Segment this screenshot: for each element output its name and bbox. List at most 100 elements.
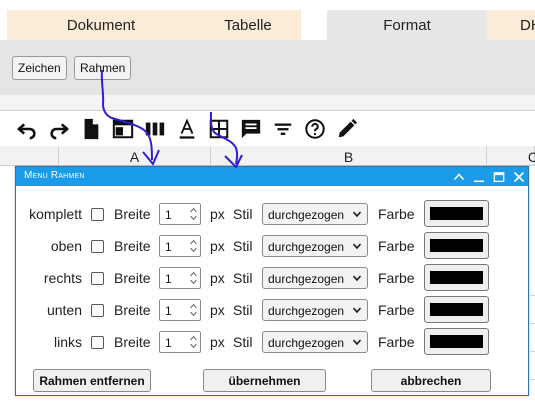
- spinner-icon[interactable]: [189, 238, 198, 254]
- unit-label: px: [210, 334, 225, 350]
- sheet-cell[interactable]: [530, 324, 535, 352]
- stil-label: Stil: [233, 270, 253, 286]
- toolbar: [0, 110, 535, 146]
- side-label: oben: [50, 238, 82, 254]
- color-picker[interactable]: [424, 200, 489, 227]
- style-select[interactable]: durchgezogen: [262, 331, 368, 353]
- collapse-icon[interactable]: [450, 168, 467, 185]
- style-value: durchgezogen: [268, 336, 345, 350]
- width-input[interactable]: 1: [159, 299, 201, 321]
- column-header-a[interactable]: A: [59, 146, 211, 166]
- style-value: durchgezogen: [268, 208, 345, 222]
- color-fill: [430, 207, 483, 220]
- width-value: 1: [165, 272, 172, 286]
- farbe-label: Farbe: [378, 302, 415, 318]
- color-fill: [430, 335, 483, 348]
- width-input[interactable]: 1: [159, 331, 201, 353]
- window-icon[interactable]: [110, 116, 136, 142]
- column-header-b[interactable]: B: [211, 146, 487, 166]
- format-ribbon: Zeichen Rahmen: [0, 40, 535, 95]
- ribbon-separator: [0, 95, 535, 110]
- width-value: 1: [165, 304, 172, 318]
- width-value: 1: [165, 240, 172, 254]
- columns-icon[interactable]: [142, 116, 168, 142]
- sheet-cell[interactable]: [530, 268, 535, 296]
- tab-dh[interactable]: DH: [487, 10, 535, 40]
- unit-label: px: [210, 238, 225, 254]
- color-fill: [430, 239, 483, 252]
- document-icon[interactable]: [78, 116, 104, 142]
- border-row-oben: oben Breite 1 px Stil durchgezogen Farbe: [16, 232, 528, 261]
- chevron-down-icon: [352, 211, 362, 218]
- column-c-label: C: [527, 149, 535, 165]
- close-icon[interactable]: [510, 168, 527, 185]
- maximize-icon[interactable]: [490, 168, 507, 185]
- spinner-icon[interactable]: [189, 270, 198, 286]
- style-value: durchgezogen: [268, 304, 345, 318]
- remove-border-button[interactable]: Rahmen entfernen: [33, 369, 151, 392]
- width-input[interactable]: 1: [159, 267, 201, 289]
- chevron-down-icon: [352, 275, 362, 282]
- width-value: 1: [165, 208, 172, 222]
- spinner-icon[interactable]: [189, 334, 198, 350]
- spinner-icon[interactable]: [189, 302, 198, 318]
- width-value: 1: [165, 336, 172, 350]
- stil-label: Stil: [233, 238, 253, 254]
- oben-checkbox[interactable]: [91, 240, 104, 253]
- farbe-label: Farbe: [378, 270, 415, 286]
- tab-tabelle[interactable]: Tabelle: [195, 10, 301, 40]
- redo-icon[interactable]: [46, 116, 72, 142]
- spinner-icon[interactable]: [189, 206, 198, 222]
- sheet-cell[interactable]: [530, 352, 535, 380]
- undo-icon[interactable]: [14, 116, 40, 142]
- color-picker[interactable]: [424, 264, 489, 291]
- column-b-label: B: [343, 149, 354, 165]
- style-select[interactable]: durchgezogen: [262, 267, 368, 289]
- links-checkbox[interactable]: [91, 336, 104, 349]
- tab-dokument[interactable]: Dokument: [7, 10, 195, 40]
- komplett-checkbox[interactable]: [91, 208, 104, 221]
- unten-checkbox[interactable]: [91, 304, 104, 317]
- tab-format[interactable]: Format: [327, 10, 487, 40]
- stil-label: Stil: [233, 302, 253, 318]
- side-label: rechts: [43, 270, 82, 286]
- rechts-checkbox[interactable]: [91, 272, 104, 285]
- width-input[interactable]: 1: [159, 235, 201, 257]
- filter-icon[interactable]: [270, 116, 296, 142]
- style-select[interactable]: durchgezogen: [262, 203, 368, 225]
- comment-icon[interactable]: [238, 116, 264, 142]
- side-label: unten: [46, 302, 82, 318]
- column-a-label: A: [129, 149, 140, 165]
- pencil-icon[interactable]: [334, 116, 360, 142]
- style-select[interactable]: durchgezogen: [262, 235, 368, 257]
- width-input[interactable]: 1: [159, 203, 201, 225]
- column-header-c[interactable]: C: [487, 146, 535, 166]
- color-picker[interactable]: [424, 328, 489, 355]
- border-row-rechts: rechts Breite 1 px Stil durchgezogen Far…: [16, 264, 528, 293]
- style-select[interactable]: durchgezogen: [262, 299, 368, 321]
- breite-label: Breite: [114, 270, 151, 286]
- unit-label: px: [210, 206, 225, 222]
- chevron-down-icon: [352, 307, 362, 314]
- chevron-down-icon: [352, 243, 362, 250]
- text-color-icon[interactable]: [174, 116, 200, 142]
- cancel-button[interactable]: abbrechen: [371, 369, 491, 392]
- zeichen-button[interactable]: Zeichen: [12, 56, 67, 80]
- farbe-label: Farbe: [378, 206, 415, 222]
- sheet-cell[interactable]: [530, 296, 535, 324]
- style-value: durchgezogen: [268, 272, 345, 286]
- dialog-titlebar[interactable]: Menu Rahmen: [16, 167, 528, 186]
- minimize-icon[interactable]: [470, 168, 487, 185]
- table-grid-icon[interactable]: [206, 116, 232, 142]
- color-picker[interactable]: [424, 296, 489, 323]
- stil-label: Stil: [233, 206, 253, 222]
- side-label: komplett: [29, 206, 82, 222]
- rahmen-button[interactable]: Rahmen: [74, 56, 132, 80]
- help-icon[interactable]: [302, 116, 328, 142]
- border-row-komplett: komplett Breite 1 px Stil durchgezogen F…: [16, 200, 528, 229]
- style-value: durchgezogen: [268, 240, 345, 254]
- apply-button[interactable]: übernehmen: [203, 369, 326, 392]
- breite-label: Breite: [114, 206, 151, 222]
- unit-label: px: [210, 270, 225, 286]
- color-picker[interactable]: [424, 232, 489, 259]
